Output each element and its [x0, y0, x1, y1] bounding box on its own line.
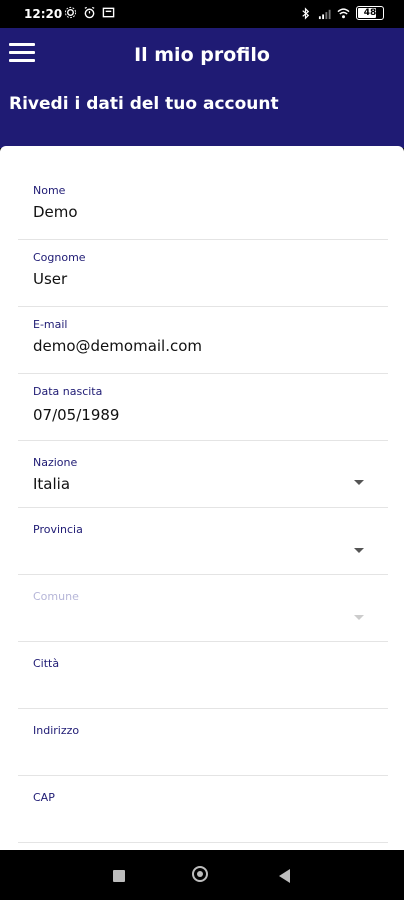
field-label: Nome	[33, 184, 66, 197]
settings-icon	[64, 6, 77, 19]
field-label: Cognome	[33, 251, 86, 264]
field-email[interactable]: E-mail demo@demomail.com	[18, 306, 388, 374]
field-indirizzo[interactable]: Indirizzo	[18, 708, 388, 776]
field-nazione-select[interactable]: Nazione Italia	[18, 440, 388, 508]
chevron-down-icon[interactable]	[354, 480, 364, 485]
field-label: CAP	[33, 791, 55, 804]
app-bar: Il mio profilo Rivedi i dati del tuo acc…	[0, 28, 404, 148]
signal-icon	[318, 9, 331, 19]
status-bar: 12:20 48	[0, 0, 404, 28]
field-value[interactable]: demo@demomail.com	[33, 337, 202, 355]
field-label: Nazione	[33, 456, 78, 469]
status-system-icons: 48	[299, 6, 384, 20]
chevron-down-icon	[354, 615, 364, 620]
field-cap[interactable]: CAP	[18, 775, 388, 843]
field-comune-select: Comune	[18, 574, 388, 642]
status-time: 12:20	[24, 7, 63, 21]
page-title: Il mio profilo	[134, 44, 270, 66]
field-value[interactable]: User	[33, 270, 67, 288]
circle-icon[interactable]	[192, 866, 208, 882]
profile-form-card: Nome Demo Cognome User E-mail demo@demom…	[0, 146, 404, 850]
field-data-nascita[interactable]: Data nascita 07/05/1989	[18, 373, 388, 441]
system-navigation-bar	[0, 850, 404, 900]
message-icon	[102, 7, 115, 18]
page-subtitle: Rivedi i dati del tuo account	[9, 94, 279, 114]
field-citta[interactable]: Città	[18, 641, 388, 709]
triangle-back-icon[interactable]	[279, 869, 290, 883]
field-cognome[interactable]: Cognome User	[18, 239, 388, 307]
field-label: Comune	[33, 590, 79, 603]
battery-icon: 48	[356, 6, 384, 20]
wifi-icon	[337, 7, 350, 18]
field-nome[interactable]: Nome Demo	[18, 172, 388, 240]
field-label: Provincia	[33, 523, 83, 536]
field-label: Città	[33, 657, 60, 670]
field-value[interactable]: 07/05/1989	[33, 406, 119, 424]
field-value[interactable]: Italia	[33, 475, 70, 493]
square-icon[interactable]	[113, 870, 125, 882]
alarm-icon	[84, 6, 95, 19]
bluetooth-icon	[302, 6, 310, 20]
chevron-down-icon[interactable]	[354, 548, 364, 553]
status-notification-icons	[64, 6, 115, 19]
field-value[interactable]: Demo	[33, 203, 78, 221]
field-provincia-select[interactable]: Provincia	[18, 507, 388, 575]
field-label: Data nascita	[33, 385, 103, 398]
field-label: E-mail	[33, 318, 68, 331]
field-label: Indirizzo	[33, 724, 80, 737]
